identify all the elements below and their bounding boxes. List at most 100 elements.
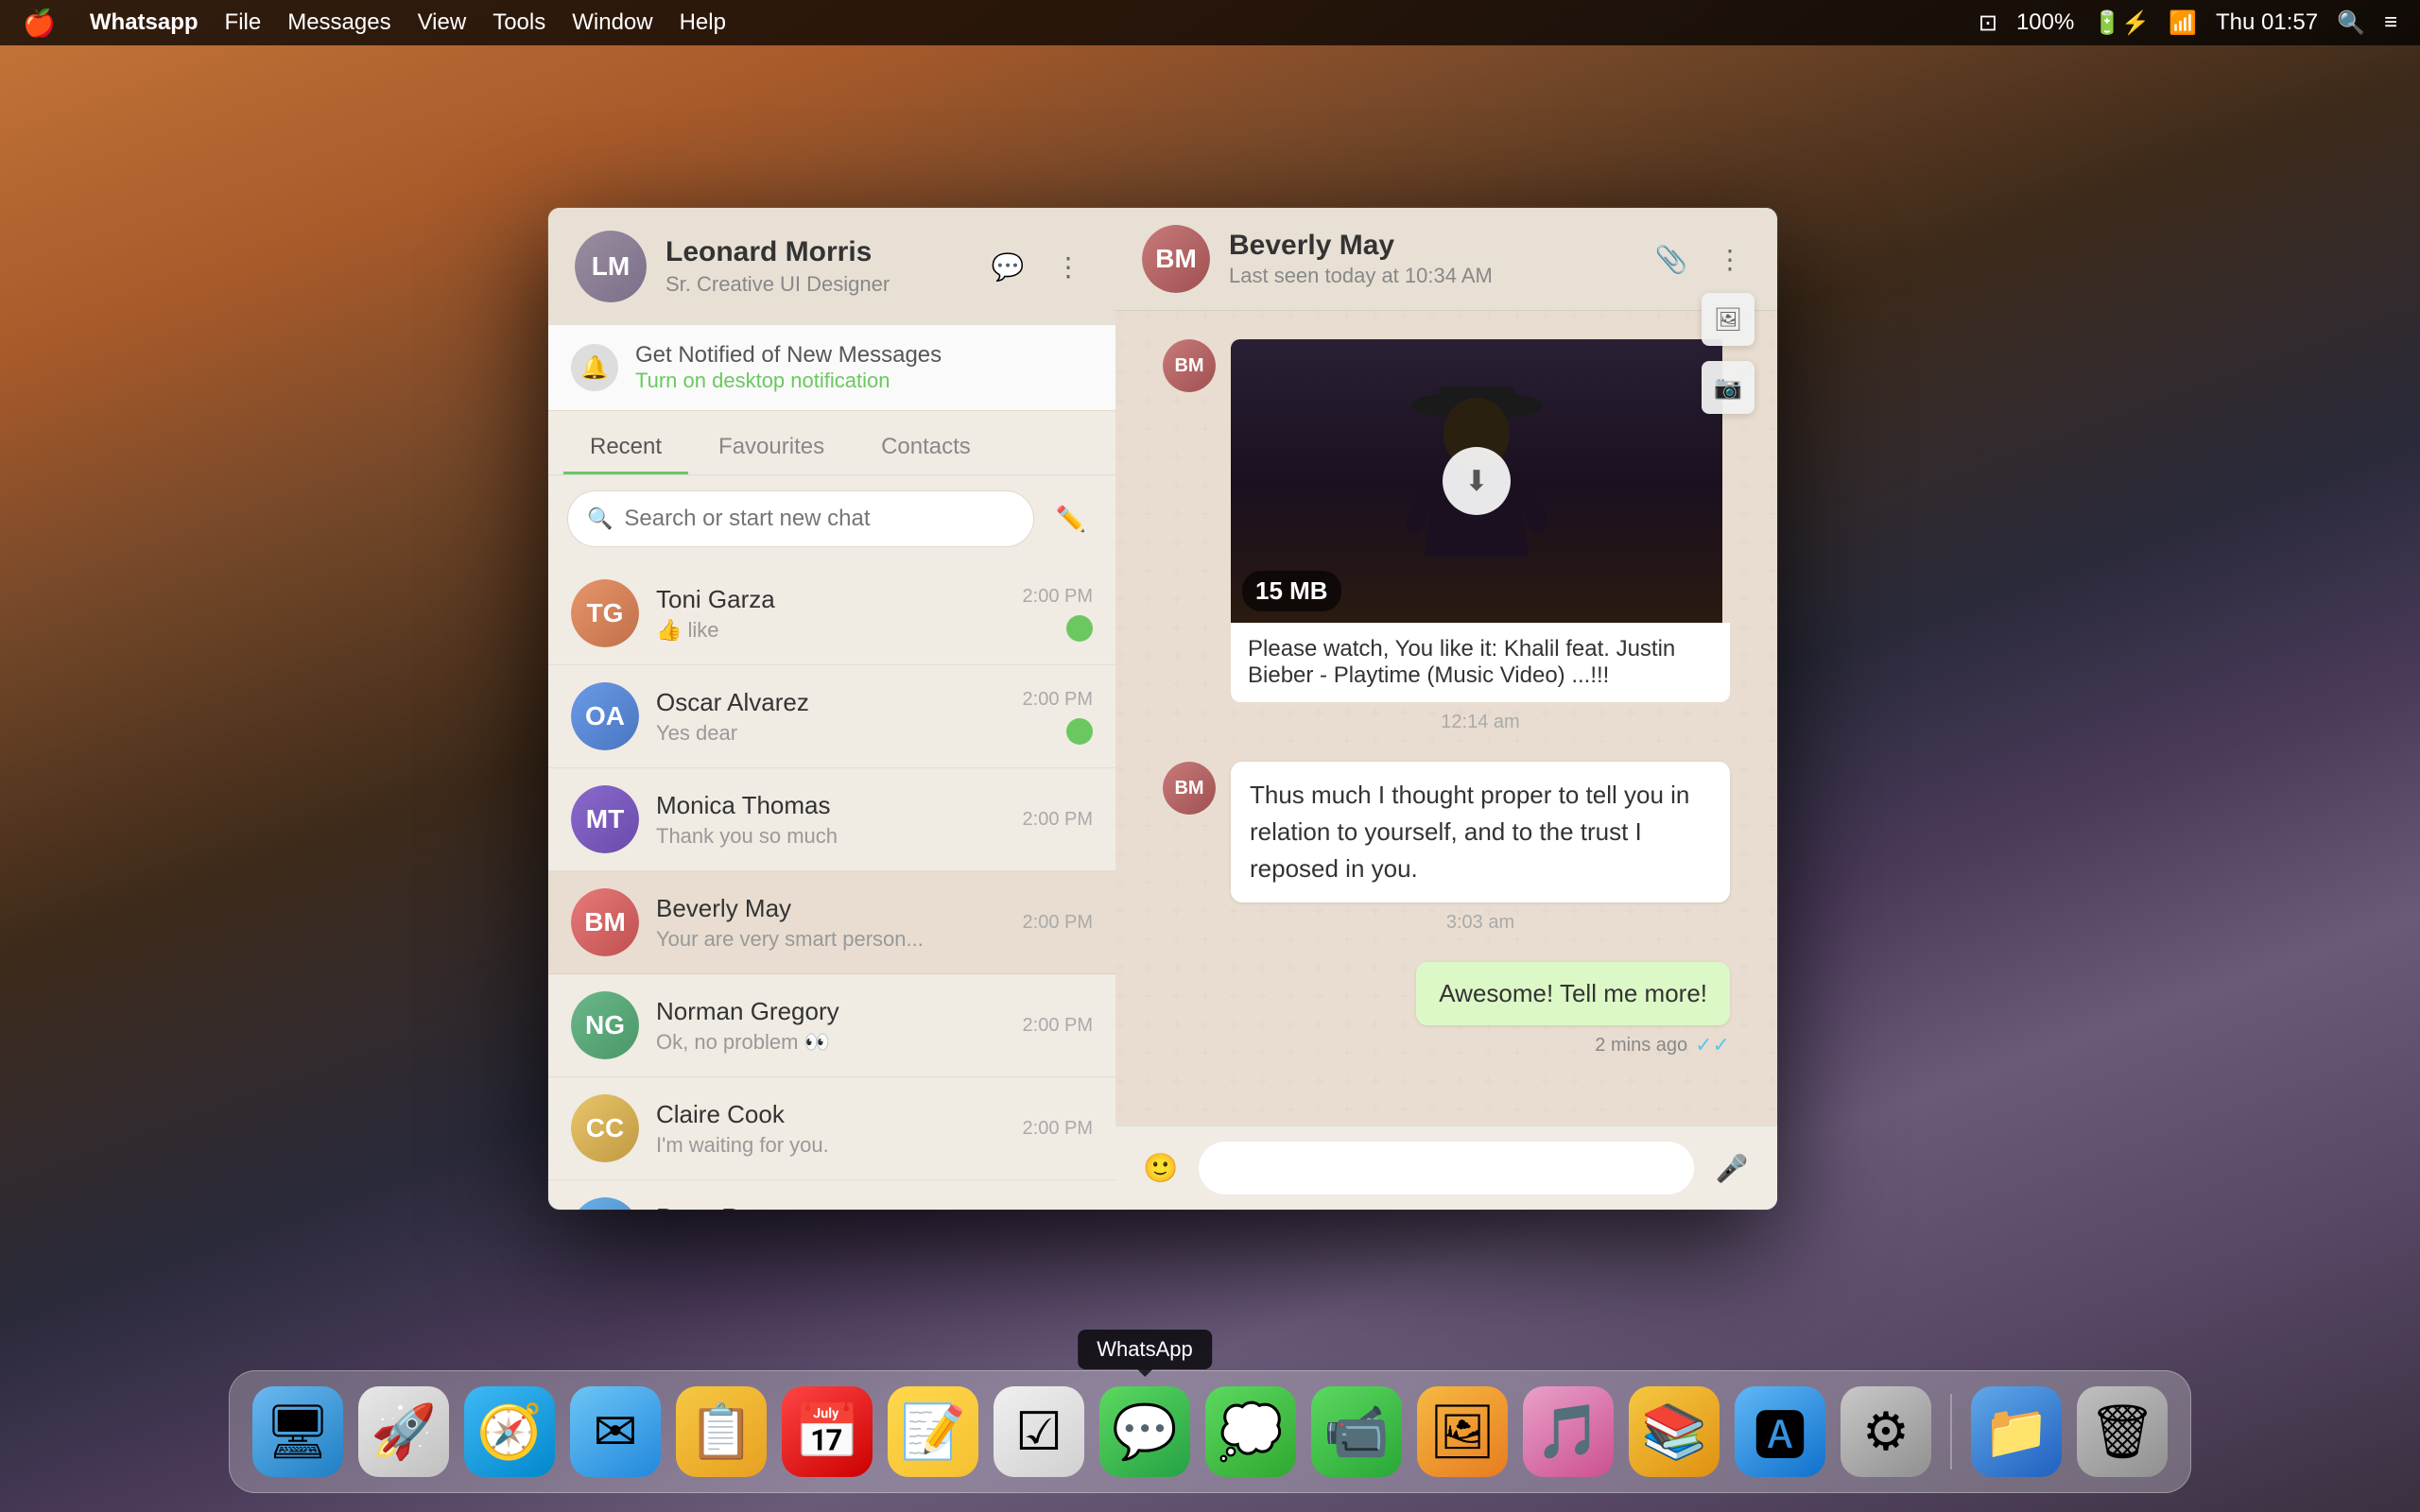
chat-icon[interactable]: 💬 [987,246,1028,287]
dock-app-icon-rocket: 🚀 [371,1400,437,1463]
outgoing-bubble-wrapper: Awesome! Tell me more! 2 mins ago ✓✓ [1416,962,1730,1057]
chat-time-claire: 2:00 PM [1023,1118,1093,1140]
chat-item-oscar[interactable]: OA Oscar Alvarez Yes dear 2:00 PM [548,665,1115,768]
incoming-message-text: Thus much I thought proper to tell you i… [1250,777,1711,887]
chat-preview-toni: 👍 like [656,618,1006,643]
chat-avatar-beverly: BM [571,888,639,956]
menu-tools[interactable]: Tools [493,9,545,36]
user-avatar[interactable]: LM [575,231,647,302]
search-box: 🔍 [567,490,1034,547]
menu-app-name[interactable]: Whatsapp [90,9,199,36]
tab-recent[interactable]: Recent [563,422,688,474]
image-action-button[interactable]: 🖼 [1702,293,1754,346]
notification-link[interactable]: Turn on desktop notification [635,369,890,392]
spotlight-icon[interactable]: 🔍 [2337,9,2365,37]
chat-item-beverly[interactable]: BM Beverly May Your are very smart perso… [548,871,1115,974]
camera-action-button[interactable]: 📷 [1702,361,1754,414]
video-card[interactable]: ⬇ 15 MB Please watch, You like it: Khali… [1231,339,1730,702]
dock-app-icon-mail: ✉ [594,1400,638,1463]
contact-info: Beverly May Last seen today at 10:34 AM [1229,230,1632,288]
menu-help[interactable]: Help [680,9,726,36]
dock-app-reminders[interactable]: ☑ [994,1386,1084,1477]
apple-menu[interactable]: 🍎 [23,8,56,39]
chat-item-toni[interactable]: TG Toni Garza 👍 like 2:00 PM [548,562,1115,665]
dock-app-icon-trash: 🗑 [2088,1400,2155,1463]
dock-app-facetime[interactable]: 📹 [1311,1386,1402,1477]
emoji-button[interactable]: 🙂 [1138,1145,1184,1191]
dock-app-photos[interactable]: 🖼 [1417,1386,1508,1477]
dock-app-trash[interactable]: 🗑 [2077,1386,2168,1477]
dock-app-whatsapp[interactable]: WhatsApp 💬 [1099,1386,1190,1477]
whatsapp-window: LM Leonard Morris Sr. Creative UI Design… [548,208,1777,1210]
dock-app-folder[interactable]: 📁 [1971,1386,2062,1477]
whatsapp-tooltip: WhatsApp [1078,1330,1212,1369]
chat-meta-beverly: 2:00 PM [1023,912,1093,934]
dock-app-mail[interactable]: ✉ [570,1386,661,1477]
wifi-icon[interactable]: 📶 [2169,9,2197,37]
dock-app-icon-safari: 🧭 [476,1400,543,1463]
dock-app-messages[interactable]: 💭 [1205,1386,1296,1477]
notification-text: Get Notified of New Messages Turn on des… [635,342,1093,393]
dock-app-calendar[interactable]: 📅 [782,1386,873,1477]
dock-app-safari[interactable]: 🧭 [464,1386,555,1477]
dock-app-notefile[interactable]: 📋 [676,1386,767,1477]
dock-app-appstore[interactable]: 🅰 [1735,1386,1825,1477]
chat-item-perry[interactable]: PR Perry Ramos I will meet tonight. 2:00… [548,1180,1115,1210]
chat-preview-beverly: Your are very smart person... [656,927,1006,952]
dock-app-ibooks[interactable]: 📚 [1629,1386,1720,1477]
messages-area: BM [1115,311,1777,1125]
chat-more-icon[interactable]: ⋮ [1709,238,1751,280]
chat-avatar-image-oscar: OA [571,682,639,750]
dock-app-notes[interactable]: 📝 [888,1386,978,1477]
search-input[interactable] [624,506,1014,532]
chat-item-monica[interactable]: MT Monica Thomas Thank you so much 2:00 … [548,768,1115,871]
dock-app-prefs[interactable]: ⚙ [1841,1386,1931,1477]
chat-avatar-monica: MT [571,785,639,853]
header-icons: 💬 ⋮ [987,246,1089,287]
menu-messages[interactable]: Messages [287,9,390,36]
tab-favourites[interactable]: Favourites [692,422,851,474]
dock-app-icon-notes: 📝 [900,1400,966,1463]
user-status-text: Sr. Creative UI Designer [666,272,968,297]
dock-app-itunes[interactable]: 🎵 [1523,1386,1614,1477]
chat-item-norman[interactable]: NG Norman Gregory Ok, no problem 👀 2:00 … [548,974,1115,1077]
tab-contacts[interactable]: Contacts [855,422,997,474]
chat-time-beverly: 2:00 PM [1023,912,1093,934]
chat-time-oscar: 2:00 PM [1023,689,1093,711]
chat-info-oscar: Oscar Alvarez Yes dear [656,688,1006,746]
download-button[interactable]: ⬇ [1443,447,1511,515]
chat-panel: BM Beverly May Last seen today at 10:34 … [1115,208,1777,1210]
message-time-2: 3:03 am [1231,912,1730,934]
microphone-button[interactable]: 🎤 [1709,1145,1754,1191]
menu-window[interactable]: Window [572,9,652,36]
video-thumbnail: ⬇ 15 MB [1231,339,1722,623]
chat-name-oscar: Oscar Alvarez [656,688,1006,717]
chat-avatar-toni: TG [571,579,639,647]
chat-avatar-perry: PR [571,1197,639,1210]
airplay-icon[interactable]: ⊡ [1979,9,1997,37]
more-options-icon[interactable]: ⋮ [1047,246,1089,287]
menu-bar-right: ⊡ 100% 🔋⚡ 📶 Thu 01:57 🔍 ≡ [1979,9,2397,37]
attachment-icon[interactable]: 📎 [1651,238,1692,280]
chat-info-beverly: Beverly May Your are very smart person..… [656,894,1006,952]
dock-app-rocket[interactable]: 🚀 [358,1386,449,1477]
chat-time-toni: 2:00 PM [1023,586,1093,608]
contact-avatar[interactable]: BM [1142,225,1210,293]
notification-center-icon[interactable]: ≡ [2384,9,2397,36]
message-input[interactable] [1199,1142,1694,1194]
dock-app-icon-whatsapp: 💬 [1112,1400,1178,1463]
compose-button[interactable]: ✏️ [1046,493,1097,544]
chat-preview-claire: I'm waiting for you. [656,1133,1006,1158]
chat-avatar-image-claire: CC [571,1094,639,1162]
menu-file[interactable]: File [225,9,262,36]
dock-app-finder[interactable]: 🖥 [252,1386,343,1477]
search-container: 🔍 ✏️ [548,475,1115,562]
user-info: Leonard Morris Sr. Creative UI Designer [666,236,968,297]
dock-app-icon-prefs: ⚙ [1862,1400,1910,1463]
chat-item-claire[interactable]: CC Claire Cook I'm waiting for you. 2:00… [548,1077,1115,1180]
dock: 🖥 🚀 🧭 ✉ 📋 📅 📝 ☑ WhatsApp 💬 💭 [229,1370,2191,1493]
outgoing-message-bubble: Awesome! Tell me more! [1416,962,1730,1025]
notification-bell-icon: 🔔 [571,344,618,391]
dock-separator [1950,1394,1952,1469]
menu-view[interactable]: View [418,9,467,36]
